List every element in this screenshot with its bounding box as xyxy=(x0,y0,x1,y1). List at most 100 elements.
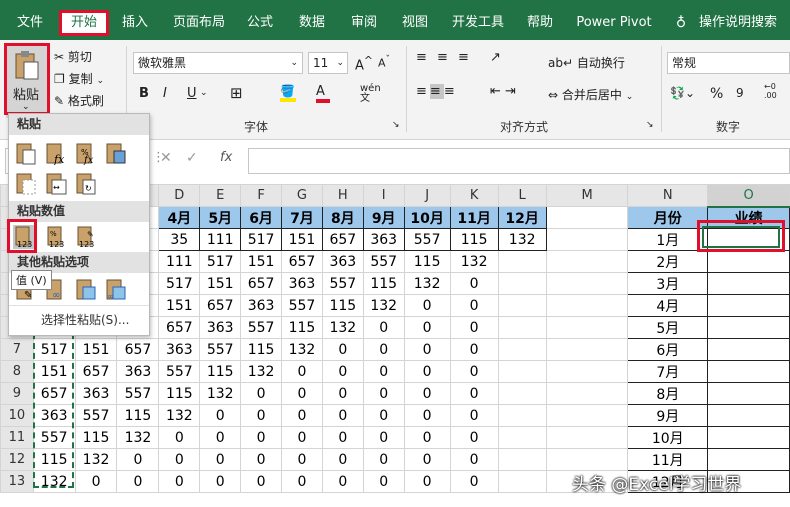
cell[interactable]: 35 xyxy=(158,228,201,251)
cell[interactable]: 6月 xyxy=(240,206,282,229)
tab-developer[interactable]: 开发工具 xyxy=(447,10,509,36)
cell[interactable]: 0 xyxy=(403,338,451,361)
cell[interactable] xyxy=(497,316,547,339)
cell[interactable] xyxy=(545,338,629,361)
row-header[interactable]: 9 xyxy=(0,382,34,405)
cell[interactable]: 657 xyxy=(240,272,282,295)
col-header-k[interactable]: K xyxy=(449,184,499,207)
cell[interactable] xyxy=(545,272,629,295)
performance-cell[interactable] xyxy=(707,316,790,339)
cell[interactable]: 0 xyxy=(281,382,323,405)
cell[interactable]: 111 xyxy=(199,228,242,251)
cell[interactable]: 9月 xyxy=(362,206,405,229)
cell[interactable] xyxy=(545,316,629,339)
cell[interactable]: 557 xyxy=(158,360,201,383)
cell[interactable] xyxy=(545,448,629,471)
cell[interactable]: 0 xyxy=(403,404,451,427)
cell[interactable]: 0 xyxy=(362,426,405,449)
col-header-e[interactable]: E xyxy=(199,184,242,207)
transpose-icon[interactable]: ↻ xyxy=(75,171,97,195)
cell[interactable]: 0 xyxy=(158,470,201,493)
cell[interactable] xyxy=(545,228,629,251)
currency-button[interactable]: 💱⌄ xyxy=(670,86,695,100)
cell[interactable]: 115 xyxy=(281,316,323,339)
month-cell[interactable]: 7月 xyxy=(627,360,709,383)
cell[interactable]: 0 xyxy=(199,404,242,427)
cell[interactable]: 0 xyxy=(403,448,451,471)
month-cell[interactable]: 6月 xyxy=(627,338,709,361)
font-size-select[interactable]: 11 ⌄ xyxy=(308,52,348,74)
cell[interactable]: 0 xyxy=(449,404,499,427)
cell[interactable]: 363 xyxy=(362,228,405,251)
number-format-select[interactable]: 常规 xyxy=(667,52,790,74)
cell[interactable] xyxy=(497,426,547,449)
cell[interactable]: 0 xyxy=(281,404,323,427)
decrease-font-button[interactable]: Aˇ xyxy=(378,54,390,70)
month-cell[interactable]: 8月 xyxy=(627,382,709,405)
cell[interactable]: 132 xyxy=(158,404,201,427)
keep-source-formatting-icon[interactable] xyxy=(105,141,127,165)
tell-me-search[interactable]: 操作说明搜索 xyxy=(698,10,778,36)
cell[interactable]: 132 xyxy=(281,338,323,361)
cell[interactable]: 0 xyxy=(199,426,242,449)
tab-page-layout[interactable]: 页面布局 xyxy=(168,10,230,36)
col-header-n[interactable]: N xyxy=(627,184,709,207)
col-header-o[interactable]: O xyxy=(707,184,790,208)
cell[interactable]: 0 xyxy=(449,382,499,405)
cell[interactable]: 0 xyxy=(240,470,282,493)
cell[interactable]: 0 xyxy=(158,448,201,471)
cell[interactable]: 363 xyxy=(116,360,160,383)
month-cell[interactable]: 1月 xyxy=(627,228,709,251)
cell[interactable] xyxy=(497,470,547,493)
dialog-launcher-icon[interactable]: ↘ xyxy=(392,120,400,130)
cell[interactable]: 0 xyxy=(281,470,323,493)
cell[interactable]: 0 xyxy=(281,448,323,471)
cell[interactable]: 0 xyxy=(403,316,451,339)
col-header-j[interactable]: J xyxy=(403,184,451,207)
cell[interactable]: 151 xyxy=(240,250,282,273)
cell[interactable]: 115 xyxy=(74,426,118,449)
cell[interactable]: 0 xyxy=(240,382,282,405)
cell[interactable]: 115 xyxy=(321,294,364,317)
cell[interactable]: 0 xyxy=(116,470,160,493)
tab-home[interactable]: 开始 xyxy=(59,10,109,36)
cut-button[interactable]: ✂ 剪切 xyxy=(54,48,92,65)
col-header-i[interactable]: I xyxy=(362,184,405,207)
picture-icon[interactable] xyxy=(75,277,97,301)
cell[interactable]: 0 xyxy=(362,382,405,405)
indent-buttons[interactable]: ⇤ ⇥ xyxy=(490,84,516,99)
cell[interactable]: 0 xyxy=(449,360,499,383)
cell[interactable]: 363 xyxy=(158,338,201,361)
cell[interactable]: 0 xyxy=(449,316,499,339)
cell[interactable]: 0 xyxy=(199,448,242,471)
month-cell[interactable]: 5月 xyxy=(627,316,709,339)
cell[interactable]: 557 xyxy=(281,294,323,317)
cell[interactable] xyxy=(545,206,629,229)
cell[interactable]: 0 xyxy=(321,470,364,493)
cell[interactable]: 12月 xyxy=(497,206,547,229)
row-header[interactable]: 10 xyxy=(0,404,34,427)
cell[interactable] xyxy=(545,404,629,427)
cell[interactable]: 151 xyxy=(74,338,118,361)
cell[interactable]: 0 xyxy=(321,426,364,449)
cell[interactable]: 363 xyxy=(199,316,242,339)
cell[interactable]: 10月 xyxy=(403,206,451,229)
cell[interactable]: 517 xyxy=(158,272,201,295)
cell[interactable]: 0 xyxy=(362,338,405,361)
merge-center-button[interactable]: ⇔ 合并后居中 ⌄ xyxy=(548,86,633,103)
percent-button[interactable]: % xyxy=(710,86,723,102)
cell[interactable]: 557 xyxy=(240,316,282,339)
cell[interactable]: 115 xyxy=(449,228,499,251)
cell[interactable]: 557 xyxy=(362,250,405,273)
linked-picture-icon[interactable]: ∞ xyxy=(105,277,127,301)
confirm-icon[interactable]: ✓ xyxy=(186,150,198,166)
cell[interactable]: 132 xyxy=(199,382,242,405)
cell[interactable]: 132 xyxy=(449,250,499,273)
cell[interactable]: 0 xyxy=(449,426,499,449)
cell[interactable]: 115 xyxy=(158,382,201,405)
align-top-buttons[interactable]: ≡ ≡ ≡ xyxy=(416,50,472,65)
cell[interactable]: 0 xyxy=(362,470,405,493)
cell[interactable] xyxy=(545,360,629,383)
cell[interactable]: 4月 xyxy=(158,206,201,229)
increase-font-button[interactable]: A^ xyxy=(355,54,373,73)
